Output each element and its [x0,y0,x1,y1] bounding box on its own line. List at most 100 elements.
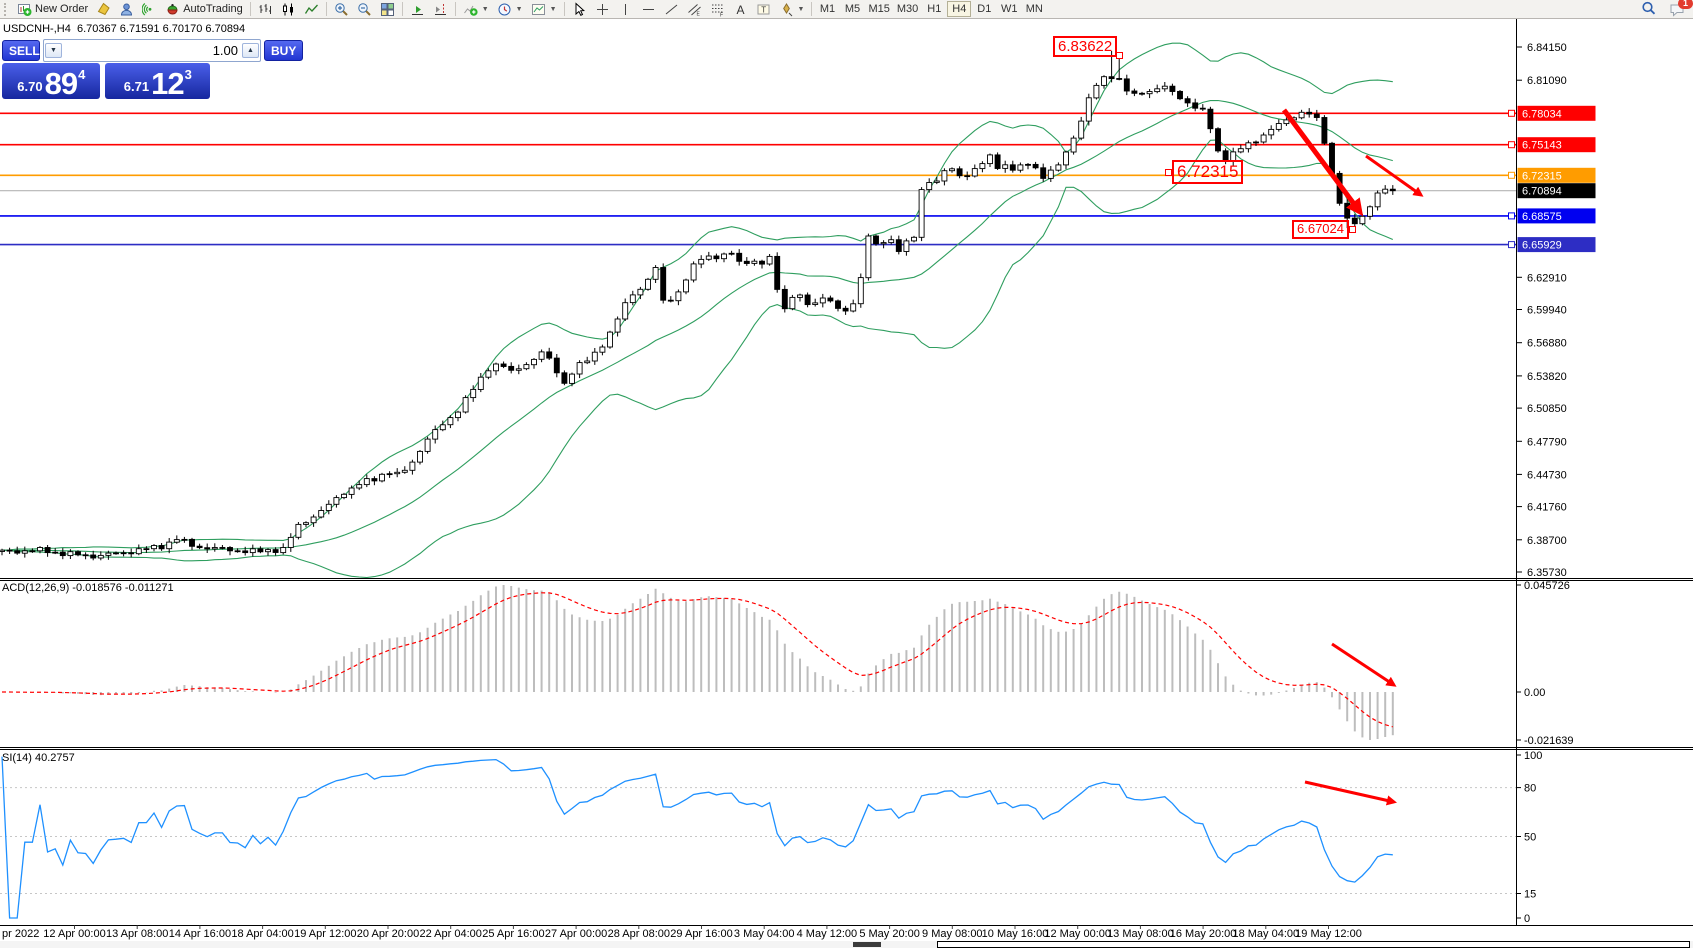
timeframe-button-D1[interactable]: D1 [972,1,996,17]
svg-text:E: E [696,11,700,17]
trendline-tool-button[interactable] [660,1,683,17]
svg-text:25 Apr 16:00: 25 Apr 16:00 [482,928,544,940]
crosshair-tool-button[interactable] [591,1,614,17]
tile-windows-button[interactable] [376,1,399,17]
chart-shift-button[interactable] [429,1,452,17]
svg-text:6.56880: 6.56880 [1527,338,1567,350]
svg-text:50: 50 [1524,832,1536,844]
flag-anchor [1165,169,1172,176]
auto-scroll-button[interactable] [406,1,429,17]
signal-button[interactable] [138,1,161,17]
svg-text:6.41760: 6.41760 [1527,502,1567,514]
text-label-tool-button[interactable]: T [752,1,775,17]
channel-tool-button[interactable]: E [683,1,706,17]
svg-text:19 Apr 12:00: 19 Apr 12:00 [294,928,356,940]
text-tool-button[interactable]: A [729,1,752,17]
text-label-icon: T [756,2,771,17]
scrollbar-segment[interactable] [853,942,881,947]
line-chart-button[interactable] [300,1,323,17]
zoom-out-button[interactable] [353,1,376,17]
svg-text:6.53820: 6.53820 [1527,371,1567,383]
volume-input[interactable] [62,43,242,58]
svg-text:20 Apr 20:00: 20 Apr 20:00 [357,928,419,940]
timeframe-button-M30[interactable]: M30 [894,1,921,17]
toolbar-grip[interactable] [4,3,10,16]
svg-text:5 May 20:00: 5 May 20:00 [859,928,920,940]
arrows-tool-button[interactable]: ▼ [775,1,809,17]
svg-text:15: 15 [1524,889,1536,901]
sell-price-big: 89 [45,70,77,97]
svg-text:3 May 04:00: 3 May 04:00 [734,928,795,940]
svg-text:T: T [761,5,766,14]
buy-price-pip: 3 [185,67,192,82]
annotation-price-flag: 6.83622 [1053,36,1117,57]
buy-button[interactable]: BUY [264,40,303,61]
timeframe-button-W1[interactable]: W1 [997,1,1021,17]
new-order-icon [17,2,32,17]
timeframe-button-M5[interactable]: M5 [840,1,864,17]
svg-text:6.35730: 6.35730 [1527,567,1567,579]
app-window: 6.841506.810906.629106.599406.568806.538… [0,0,1693,948]
autotrading-button[interactable]: AutoTrading [161,1,247,17]
fibonacci-icon: F [710,2,725,17]
volume-increase-button[interactable]: ▲ [242,43,259,58]
sell-button[interactable]: SELL [2,40,40,61]
svg-text:6.38700: 6.38700 [1527,535,1567,547]
bar-chart-button[interactable] [254,1,277,17]
timeframe-button-M15[interactable]: M15 [865,1,892,17]
svg-text:18 May 04:00: 18 May 04:00 [1232,928,1299,940]
annotation-price-flag: 6.67024 [1292,220,1349,239]
timeframe-button-M1[interactable]: M1 [815,1,839,17]
candlestick-chart-button[interactable] [277,1,300,17]
timeframe-button-H4[interactable]: H4 [947,1,971,17]
fibonacci-tool-button[interactable]: F [706,1,729,17]
buy-price[interactable]: 6.71123 [105,63,210,99]
svg-text:6.72315: 6.72315 [1522,170,1562,182]
zoom-in-button[interactable] [330,1,353,17]
chevron-down-icon: ▼ [516,6,523,13]
svg-text:6.70894: 6.70894 [1522,186,1562,198]
svg-text:14 Apr 16:00: 14 Apr 16:00 [169,928,231,940]
experts-button[interactable] [115,1,138,17]
new-order-button[interactable]: New Order [13,1,92,17]
sell-price[interactable]: 6.70894 [2,63,100,99]
sell-price-pip: 4 [78,67,85,82]
svg-text:6.68575: 6.68575 [1522,211,1562,223]
timeframe-button-H1[interactable]: H1 [922,1,946,17]
volume-decrease-button[interactable]: ▼ [45,43,62,58]
svg-text:pr 2022: pr 2022 [2,928,39,940]
cursor-tool-button[interactable] [568,1,591,17]
chart-canvas[interactable]: 6.841506.810906.629106.599406.568806.538… [0,0,1693,948]
indicators-button[interactable]: ▼ [459,1,493,17]
svg-text:29 Apr 16:00: 29 Apr 16:00 [670,928,732,940]
toolbar-separator [564,2,565,16]
toolbar-separator [811,2,812,16]
periods-button[interactable]: ▼ [493,1,527,17]
svg-text:-0.021639: -0.021639 [1524,735,1574,747]
templates-button[interactable]: ▼ [527,1,561,17]
metaeditor-button[interactable] [92,1,115,17]
zoom-out-icon [357,2,372,17]
toolbar-separator [326,2,327,16]
signal-icon [142,2,157,17]
svg-text:A: A [736,3,744,17]
search-icon [1641,1,1657,17]
flag-anchor [1116,52,1123,59]
notifications-button[interactable]: 1 [1665,1,1690,17]
chevron-down-icon: ▼ [550,6,557,13]
equidistant-channel-icon: E [687,2,702,17]
horizontal-line-tool-button[interactable] [637,1,660,17]
svg-text:10 May 16:00: 10 May 16:00 [982,928,1049,940]
scrollbar-thumb[interactable] [937,941,1690,948]
svg-text:19 May 12:00: 19 May 12:00 [1295,928,1362,940]
search-button[interactable] [1637,1,1661,17]
flag-anchor [1349,226,1356,233]
svg-text:6.78034: 6.78034 [1522,108,1562,120]
one-click-trading-panel: SELL ▼ ▲ BUY 6.70894 6.71123 [2,40,210,99]
new-order-label: New Order [35,3,88,15]
template-icon [531,2,546,17]
vertical-line-tool-button[interactable] [614,1,637,17]
svg-text:6.65929: 6.65929 [1522,240,1562,252]
buy-price-small: 6.71 [124,79,149,94]
timeframe-button-MN[interactable]: MN [1022,1,1046,17]
